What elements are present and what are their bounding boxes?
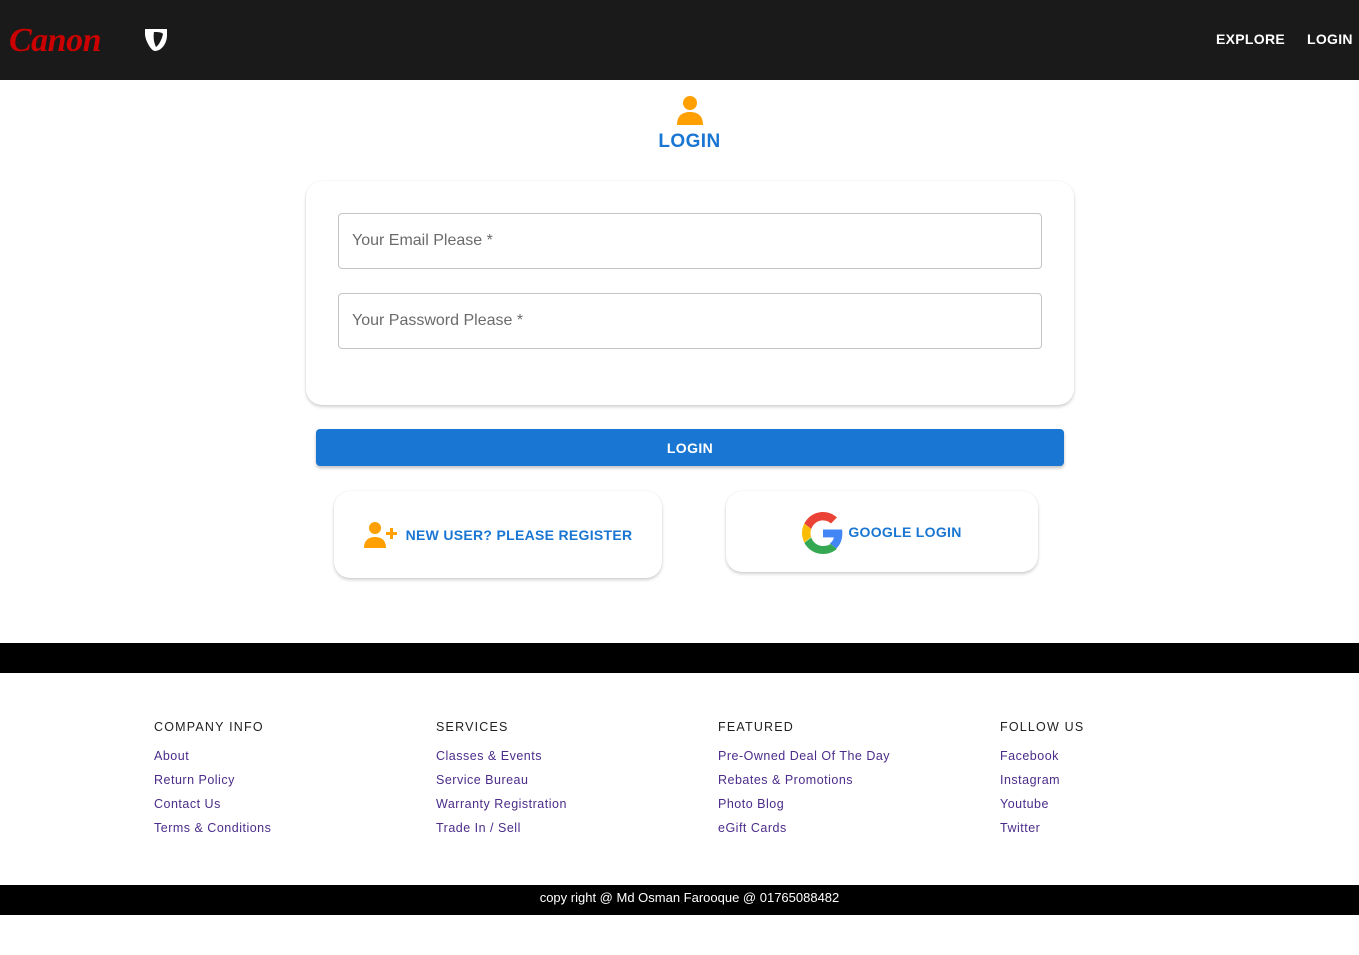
login-form-card [306,181,1074,405]
canon-logo[interactable]: Canon [9,22,102,60]
footer-link-contact-us[interactable]: Contact Us [154,797,271,812]
footer-link-youtube[interactable]: Youtube [1000,797,1084,812]
login-submit-button[interactable]: LOGIN [316,429,1064,466]
footer-link-egift-cards[interactable]: eGift Cards [718,821,890,836]
footer-heading: FOLLOW US [1000,720,1085,734]
top-navbar: Canon EXPLORE LOGIN [0,0,1359,80]
copyright-bar: copy right @ Md Osman Farooque @ 0176508… [0,885,1359,915]
register-button[interactable]: NEW USER? PLEASE REGISTER [334,491,662,578]
footer-link-about[interactable]: About [154,749,271,764]
footer-link-instagram[interactable]: Instagram [1000,773,1084,788]
footer-link-facebook[interactable]: Facebook [1000,749,1084,764]
email-field[interactable] [338,213,1042,269]
nav-explore-link[interactable]: EXPLORE [1216,31,1285,47]
person-icon [677,96,703,125]
google-login-label: GOOGLE LOGIN [848,523,962,540]
footer-link-service-bureau[interactable]: Service Bureau [436,773,567,788]
footer-link-pre-owned-deal[interactable]: Pre-Owned Deal Of The Day [718,749,890,764]
footer-link-warranty-registration[interactable]: Warranty Registration [436,797,567,812]
google-icon [802,511,843,554]
typo3-icon [145,29,167,51]
password-field[interactable] [338,293,1042,349]
footer-divider-band [0,643,1359,673]
footer-heading: COMPANY INFO [154,720,264,734]
footer-heading: FEATURED [718,720,795,734]
footer-link-trade-in[interactable]: Trade In / Sell [436,821,567,836]
footer-link-twitter[interactable]: Twitter [1000,821,1084,836]
footer-heading: SERVICES [436,720,509,734]
email-input[interactable] [339,214,1041,268]
copyright-text: copy right @ Md Osman Farooque @ 0176508… [539,890,840,905]
footer-column-services: SERVICES Classes & Events Service Bureau… [436,720,567,845]
footer-link-terms[interactable]: Terms & Conditions [154,821,271,836]
footer-column-follow-us: FOLLOW US Facebook Instagram Youtube Twi… [1000,720,1084,845]
nav-login-link[interactable]: LOGIN [1307,31,1353,47]
footer-link-photo-blog[interactable]: Photo Blog [718,797,890,812]
footer-link-classes-events[interactable]: Classes & Events [436,749,567,764]
login-title: LOGIN [658,131,721,152]
password-input[interactable] [339,294,1041,348]
footer-column-company-info: COMPANY INFO About Return Policy Contact… [154,720,271,845]
person-add-icon [363,521,397,548]
register-label: NEW USER? PLEASE REGISTER [405,526,633,543]
google-login-button[interactable]: GOOGLE LOGIN [726,491,1038,572]
footer-link-return-policy[interactable]: Return Policy [154,773,271,788]
footer-link-rebates[interactable]: Rebates & Promotions [718,773,890,788]
footer-column-featured: FEATURED Pre-Owned Deal Of The Day Rebat… [718,720,890,845]
